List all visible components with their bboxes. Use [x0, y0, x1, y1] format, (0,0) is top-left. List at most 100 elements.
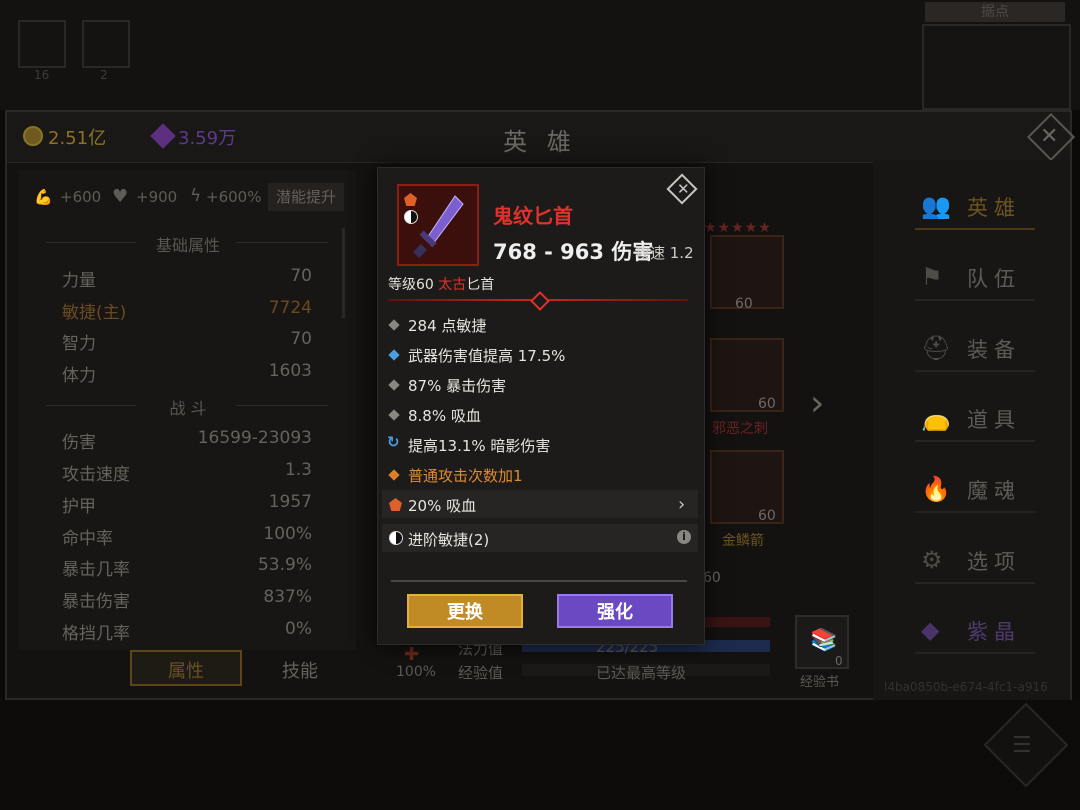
- percent-value: 100%: [396, 664, 437, 680]
- nav-crystal[interactable]: ◆ 紫晶: [915, 608, 1035, 654]
- tab-skills[interactable]: 技能: [244, 657, 356, 683]
- stats-scrollbar[interactable]: [342, 228, 345, 318]
- affix-line-special: 普通攻击次数加1: [408, 467, 523, 485]
- combat-heading: 战 斗: [169, 399, 207, 418]
- replace-button[interactable]: 更换: [407, 594, 523, 628]
- gem-socket-text: 20% 吸血: [408, 497, 477, 515]
- nav-label: 道具: [967, 408, 1021, 432]
- nav-team[interactable]: ⚑ 队伍: [915, 255, 1035, 301]
- skill-slot[interactable]: [82, 20, 130, 68]
- flag-icon: ⚑: [921, 263, 943, 291]
- nav-equipment[interactable]: ⛑ 装备: [915, 326, 1035, 372]
- stat-label: 智力: [62, 334, 96, 354]
- chevron-right-icon: ›: [678, 494, 686, 515]
- minimap[interactable]: [922, 24, 1071, 110]
- stat-label: 护甲: [62, 497, 96, 517]
- section-divider: [236, 405, 328, 406]
- exp-label: 经验值: [458, 664, 504, 682]
- map-label: 据点: [925, 2, 1065, 22]
- gold-amount: 2.51亿: [48, 128, 107, 149]
- heart-icon: ♥: [112, 186, 129, 207]
- stat-label: 体力: [62, 366, 96, 386]
- grey-divider: [391, 580, 687, 582]
- partial-number: 60: [703, 570, 721, 586]
- nav-items[interactable]: 👝 道具: [915, 396, 1035, 442]
- exp-value: 已达最高等级: [596, 664, 687, 682]
- stat-label: 格挡几率: [62, 624, 130, 644]
- potential-upgrade-button[interactable]: 潜能提升: [268, 183, 344, 211]
- lightning-icon: ϟ: [190, 186, 202, 206]
- stat-label: 伤害: [62, 433, 96, 453]
- nav-label: 队伍: [967, 267, 1021, 291]
- stat-label: 力量: [62, 271, 96, 291]
- crystal-icon: ◆: [921, 616, 940, 644]
- close-icon: ✕: [1040, 124, 1059, 149]
- equipment-name: 邪恶之刺: [712, 421, 768, 437]
- book-count: 0: [835, 654, 843, 668]
- helmet-icon: ⛑: [921, 334, 952, 362]
- stat-value-main: 7724: [268, 298, 312, 318]
- affix-line: 284 点敏捷: [408, 317, 487, 335]
- gear-icon: ⚙: [921, 546, 943, 574]
- game-background-top: [0, 0, 1080, 110]
- nav-label: 选项: [967, 550, 1021, 574]
- yinyang-icon: [389, 531, 403, 545]
- health-bonus: +900: [136, 188, 178, 206]
- exp-book-label: 经验书: [800, 675, 840, 690]
- nav-options[interactable]: ⚙ 选项: [915, 538, 1035, 584]
- slot-level: 60: [758, 508, 776, 524]
- arm-icon: 💪: [34, 188, 53, 206]
- stat-value: 1.3: [284, 460, 312, 480]
- stat-label: 暴击伤害: [62, 592, 130, 612]
- stat-label: 攻击速度: [62, 465, 130, 485]
- nav-label: 英雄: [967, 196, 1021, 220]
- nav-label: 紫晶: [967, 620, 1021, 644]
- stat-value: 53.9%: [257, 555, 312, 575]
- set-bonus-text: 进阶敏捷(2): [408, 531, 490, 549]
- hero-stars: ★★★★★: [704, 220, 772, 236]
- game-background-bottom: [0, 700, 1080, 810]
- item-level-line: 等级60 太古匕首: [388, 274, 494, 294]
- stat-value: 70: [290, 329, 312, 349]
- close-icon: ✕: [677, 180, 690, 198]
- nav-label: 魔魂: [967, 479, 1021, 503]
- menu-icon: ☰: [1012, 733, 1032, 758]
- gem-amount: 3.59万: [178, 128, 237, 149]
- next-page-arrow[interactable]: ›: [810, 383, 824, 424]
- skill-count: 16: [34, 68, 50, 82]
- hero-icon: 👥: [921, 192, 951, 220]
- equipment-name: 金鳞箭: [722, 533, 764, 549]
- nav-hero[interactable]: 👥 英雄: [915, 184, 1035, 230]
- affix-line: 提高13.1% 暗影伤害: [408, 437, 551, 455]
- panel-title: 英 雄: [503, 128, 577, 156]
- gold-coin-icon: [23, 126, 43, 146]
- cycle-icon: ↻: [387, 433, 400, 451]
- book-icon: 📚: [810, 628, 838, 653]
- item-name: 鬼纹匕首: [493, 204, 573, 228]
- nav-label: 装备: [967, 338, 1021, 362]
- item-type: 匕首: [466, 277, 495, 293]
- affix-line: 武器伤害值提高 17.5%: [408, 347, 566, 365]
- basic-attributes-heading: 基础属性: [155, 236, 220, 255]
- bag-icon: 👝: [921, 404, 951, 432]
- strength-bonus: +600: [60, 188, 102, 206]
- stat-value: 16599-23093: [197, 428, 312, 448]
- item-tier: 太古: [438, 277, 467, 293]
- stat-label-main: 敏捷(主): [62, 303, 127, 323]
- item-damage: 768 - 963 伤害: [493, 240, 654, 264]
- skill-slot[interactable]: [18, 20, 66, 68]
- section-divider: [236, 242, 328, 243]
- nav-soul[interactable]: 🔥 魔魂: [915, 467, 1035, 513]
- stat-label: 命中率: [62, 529, 113, 549]
- enhance-button[interactable]: 强化: [557, 594, 673, 628]
- stat-value: 100%: [263, 524, 312, 544]
- speed-bonus: +600%: [206, 188, 262, 206]
- item-level: 等级60: [388, 277, 434, 293]
- stat-value: 0%: [285, 619, 312, 639]
- stat-value: 1957: [268, 492, 312, 512]
- fire-icon: 🔥: [921, 475, 951, 503]
- affix-line: 87% 暴击伤害: [408, 377, 507, 395]
- yinyang-icon: [404, 210, 418, 224]
- info-icon[interactable]: i: [677, 530, 691, 544]
- session-id: l4ba0850b-e674-4fc1-a916: [884, 680, 1048, 694]
